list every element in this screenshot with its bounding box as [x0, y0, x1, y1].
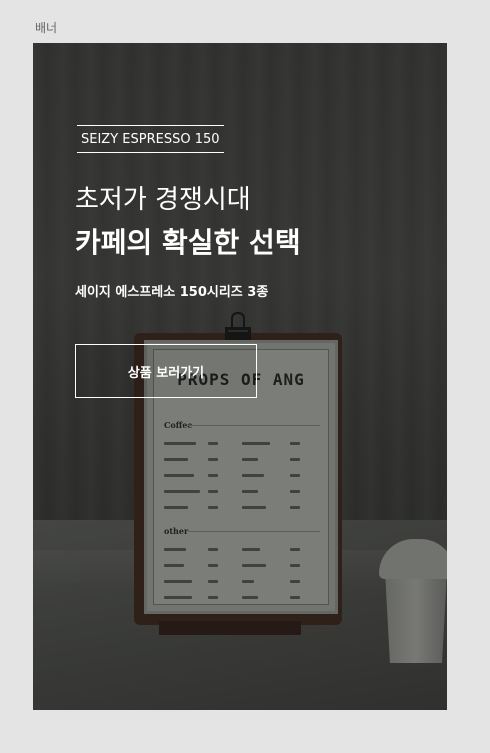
- promo-banner[interactable]: PROPS OF ANG Coffee other SEIZY ESPRESSO…: [33, 43, 447, 710]
- brand-label: SEIZY ESPRESSO 150: [77, 125, 224, 153]
- headline-line2: 카페의 확실한 선택: [75, 226, 301, 259]
- section-label: 배너: [35, 21, 58, 35]
- headline-line1: 초저가 경쟁시대: [75, 185, 251, 215]
- view-product-button[interactable]: 상품 보러가기: [75, 344, 257, 398]
- subheadline: 세이지 에스프레소 150시리즈 3종: [75, 285, 269, 300]
